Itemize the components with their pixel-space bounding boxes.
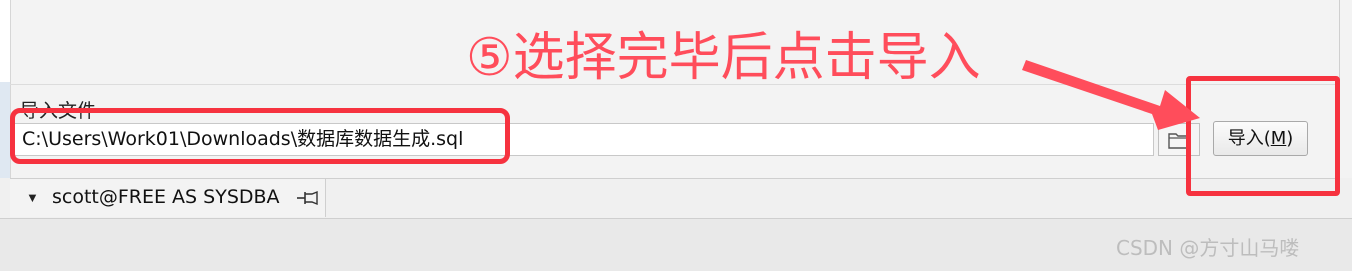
annotation-arrow xyxy=(1022,60,1200,130)
